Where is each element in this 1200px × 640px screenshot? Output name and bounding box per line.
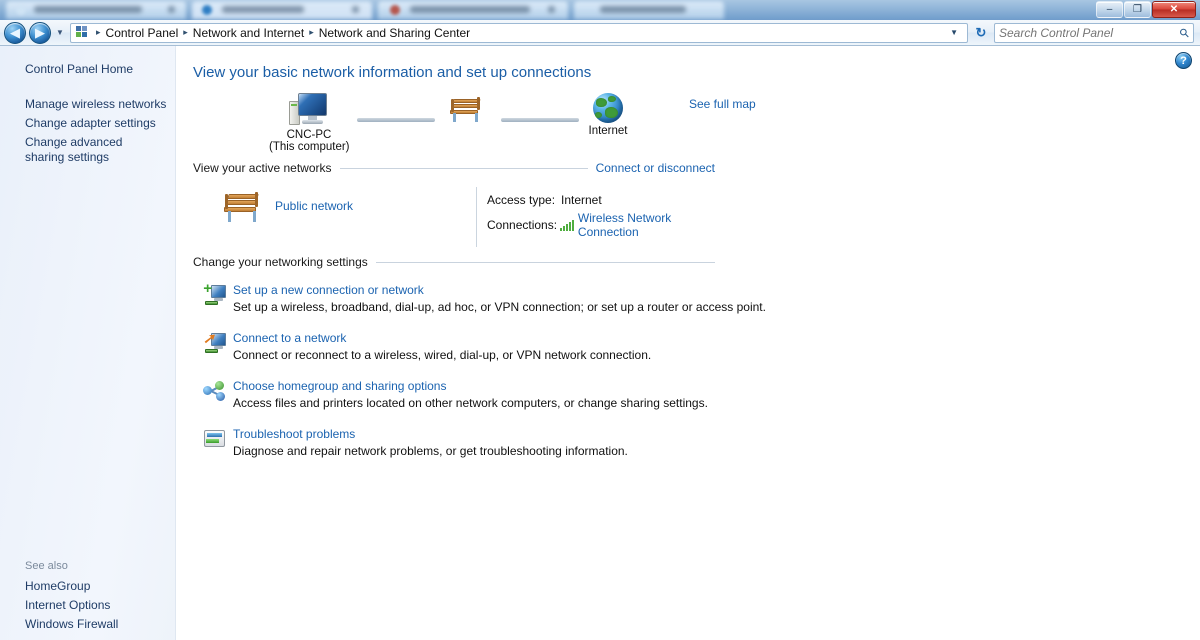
breadcrumb-chevron-down-icon[interactable]: ▼ [944, 28, 964, 37]
breadcrumb-item-network-and-sharing-center[interactable]: Network and Sharing Center [315, 25, 474, 41]
breadcrumb-item-network-and-internet[interactable]: Network and Internet [189, 25, 308, 41]
recent-pages-chevron-down-icon[interactable]: ▼ [54, 28, 66, 37]
breadcrumb[interactable]: ▸ Control Panel ▸ Network and Internet ▸… [70, 22, 968, 43]
map-node-network[interactable] [439, 93, 495, 129]
access-type-value: Internet [561, 193, 602, 207]
breadcrumb-item-control-panel[interactable]: Control Panel [102, 25, 183, 41]
sidebar-item-internet-options[interactable]: Internet Options [0, 596, 176, 615]
connections-row: Connections: Wireless Network Connection [487, 211, 733, 239]
minimize-button[interactable]: – [1096, 1, 1123, 18]
public-network-link[interactable]: Public network [275, 199, 353, 213]
task-title[interactable]: Troubleshoot problems [233, 427, 1200, 441]
task-description: Access files and printers located on oth… [233, 396, 708, 410]
back-icon[interactable]: ◀ [4, 21, 26, 44]
section-divider [339, 167, 588, 169]
maximize-button[interactable]: ❐ [1124, 1, 1151, 18]
navigation-bar: ◀ ▶ ▼ ▸ Control Panel ▸ Network and Inte… [0, 20, 1200, 46]
map-node-internet[interactable]: Internet [577, 93, 639, 137]
search-input[interactable] [999, 25, 1181, 40]
main-pane: ? View your basic network information an… [176, 46, 1200, 640]
map-internet-label: Internet [588, 125, 628, 137]
new-connection-icon: + [203, 281, 227, 306]
map-node-computer[interactable]: CNC-PC (This computer) [269, 93, 350, 153]
connect-or-disconnect-link[interactable]: Connect or disconnect [596, 161, 715, 175]
control-panel-icon [76, 25, 91, 40]
sidebar-item-change-advanced-sharing-settings[interactable]: Change advanced sharing settings [0, 133, 175, 167]
map-connection-line-2 [501, 118, 579, 122]
network-details: Access type: Internet Connections: Wirel… [487, 193, 733, 243]
networking-settings-header: Change your networking settings [193, 255, 715, 269]
see-also-list: HomeGroup Internet Options Windows Firew… [0, 577, 176, 634]
troubleshoot-icon [203, 428, 227, 450]
task-troubleshoot-problems[interactable]: Troubleshoot problems Diagnose and repai… [193, 427, 1200, 461]
task-description: Connect or reconnect to a wireless, wire… [233, 348, 652, 362]
task-list: + Set up a new connection or network Set… [193, 281, 1200, 461]
access-type-label: Access type: [487, 193, 556, 207]
active-networks-panel: Public network Access type: Internet Con… [193, 187, 733, 249]
task-title[interactable]: Choose homegroup and sharing options [233, 379, 1200, 393]
sidebar-item-windows-firewall[interactable]: Windows Firewall [0, 615, 176, 634]
map-computer-name: CNC-PC [286, 129, 332, 141]
see-also-label: See also [25, 560, 68, 572]
networking-settings-title: Change your networking settings [193, 255, 368, 269]
help-icon[interactable]: ? [1175, 52, 1192, 69]
homegroup-icon [203, 380, 227, 402]
sidebar-item-change-adapter-settings[interactable]: Change adapter settings [0, 114, 175, 133]
internet-globe-icon [593, 93, 623, 123]
content-area: Control Panel Home Manage wireless netwo… [0, 46, 1200, 640]
control-panel-window: – ❐ ✕ ◀ ▶ ▼ ▸ Control Panel ▸ Network an… [0, 0, 1200, 640]
connections-label: Connections: [487, 218, 558, 232]
computer-icon [289, 93, 329, 127]
refresh-icon[interactable]: ↻ [970, 23, 992, 43]
access-type-row: Access type: Internet [487, 193, 733, 207]
task-title[interactable]: Set up a new connection or network [233, 283, 1200, 297]
wireless-signal-icon [559, 219, 574, 231]
map-computer-sublabel: (This computer) [269, 141, 350, 153]
sidebar: Control Panel Home Manage wireless netwo… [0, 46, 176, 640]
window-controls: – ❐ ✕ [1096, 1, 1196, 18]
active-network-entry[interactable]: Public network [221, 187, 353, 225]
map-connection-line-1 [357, 118, 435, 122]
active-networks-header: View your active networks Connect or dis… [193, 161, 715, 175]
task-connect-to-a-network[interactable]: ➚ Connect to a network Connect or reconn… [193, 331, 1200, 365]
active-networks-title: View your active networks [193, 161, 332, 175]
network-details-divider [476, 187, 477, 247]
search-box[interactable]: ⚲ [994, 22, 1194, 43]
forward-icon[interactable]: ▶ [29, 21, 51, 44]
window-titlebar: – ❐ ✕ [0, 0, 1200, 20]
sidebar-item-homegroup[interactable]: HomeGroup [0, 577, 176, 596]
public-network-bench-icon [221, 187, 265, 225]
public-network-bench-icon [447, 93, 487, 127]
sidebar-item-manage-wireless-networks[interactable]: Manage wireless networks [0, 95, 175, 114]
sidebar-item-control-panel-home[interactable]: Control Panel Home [0, 46, 175, 79]
page-title: View your basic network information and … [193, 64, 592, 81]
section-divider [375, 261, 715, 263]
task-set-up-new-connection[interactable]: + Set up a new connection or network Set… [193, 281, 1200, 317]
task-description: Diagnose and repair network problems, or… [233, 444, 628, 458]
task-title[interactable]: Connect to a network [233, 331, 1200, 345]
see-full-map-link[interactable]: See full map [689, 97, 756, 111]
task-description: Set up a wireless, broadband, dial-up, a… [233, 300, 766, 314]
close-button[interactable]: ✕ [1152, 1, 1196, 18]
wireless-network-connection-link[interactable]: Wireless Network Connection [578, 211, 733, 239]
task-choose-homegroup-and-sharing-options[interactable]: Choose homegroup and sharing options Acc… [193, 379, 1200, 413]
network-map: CNC-PC (This computer) Internet See full… [229, 93, 756, 155]
connect-network-icon: ➚ [203, 331, 227, 354]
